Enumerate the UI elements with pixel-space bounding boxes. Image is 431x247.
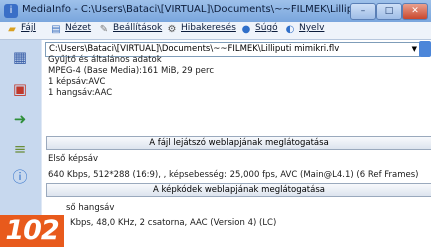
mediainfo-window: i MediaInfo - C:\Users\Bataci\[VIRTUAL]\… <box>0 0 431 247</box>
menu-bar: ▰ Fájl ▤ Nézet ✎ Beállítások ⚙ Hibakeresés ●… <box>0 22 431 40</box>
audio-details: Kbps, 48,0 KHz, 2 csatorna, AAC (Version… <box>70 218 277 228</box>
general-audio-count: 1 hangsáv:AAC <box>48 88 113 98</box>
menu-help[interactable]: ● Súgó <box>240 23 278 38</box>
audio-heading: ső hangsáv <box>66 203 115 213</box>
general-heading: Gyűjtő és általános adatok <box>48 55 162 65</box>
menu-language[interactable]: ◐ Nyelv <box>284 23 325 38</box>
settings-icon: ✎ <box>99 24 109 35</box>
easy-view-icon[interactable]: ➜ <box>8 108 32 130</box>
basic-view-icon[interactable]: ▦ <box>8 46 32 68</box>
help-icon: ● <box>241 24 251 35</box>
mediainfo-app-icon: i <box>4 4 18 18</box>
menu-view[interactable]: ▤ Nézet <box>50 23 91 38</box>
side-panel-button[interactable] <box>419 41 431 57</box>
minimize-button[interactable]: – <box>350 3 376 20</box>
title-bar[interactable]: i MediaInfo - C:\Users\Bataci\[VIRTUAL]\… <box>0 0 431 22</box>
visit-codec-website-button[interactable]: A képkódek weblapjának meglátogatása <box>46 183 431 197</box>
menu-file[interactable]: ▰ Fájl <box>6 23 36 38</box>
general-format: MPEG-4 (Base Media):161 MiB, 29 perc <box>48 66 214 76</box>
video-details: 640 Kbps, 512*288 (16:9), , képsebesség:… <box>48 170 419 180</box>
visit-player-website-button[interactable]: A fájl lejátszó weblapjának meglátogatás… <box>46 136 431 150</box>
page-number-badge: 102 <box>0 215 64 247</box>
video-heading: Első képsáv <box>48 154 98 164</box>
tree-view-icon[interactable]: ≡ <box>8 138 32 160</box>
maximize-button[interactable]: □ <box>376 3 402 20</box>
language-icon: ◐ <box>285 24 295 35</box>
folder-icon: ▰ <box>8 24 16 35</box>
view-icon: ▤ <box>51 24 61 35</box>
debug-icon: ⚙ <box>167 24 177 35</box>
menu-settings[interactable]: ✎ Beállítások <box>98 23 162 38</box>
info-panel: C:\Users\Bataci\[VIRTUAL]\Documents\~~FI… <box>42 40 431 247</box>
sheet-view-icon[interactable]: ▣ <box>8 78 32 100</box>
info-icon[interactable]: ⓘ <box>8 166 32 188</box>
chevron-down-icon: ▼ <box>411 45 417 53</box>
menu-debug[interactable]: ⚙ Hibakeresés <box>166 23 236 38</box>
general-video-count: 1 képsáv:AVC <box>48 77 106 87</box>
close-button[interactable]: ✕ <box>402 3 428 20</box>
